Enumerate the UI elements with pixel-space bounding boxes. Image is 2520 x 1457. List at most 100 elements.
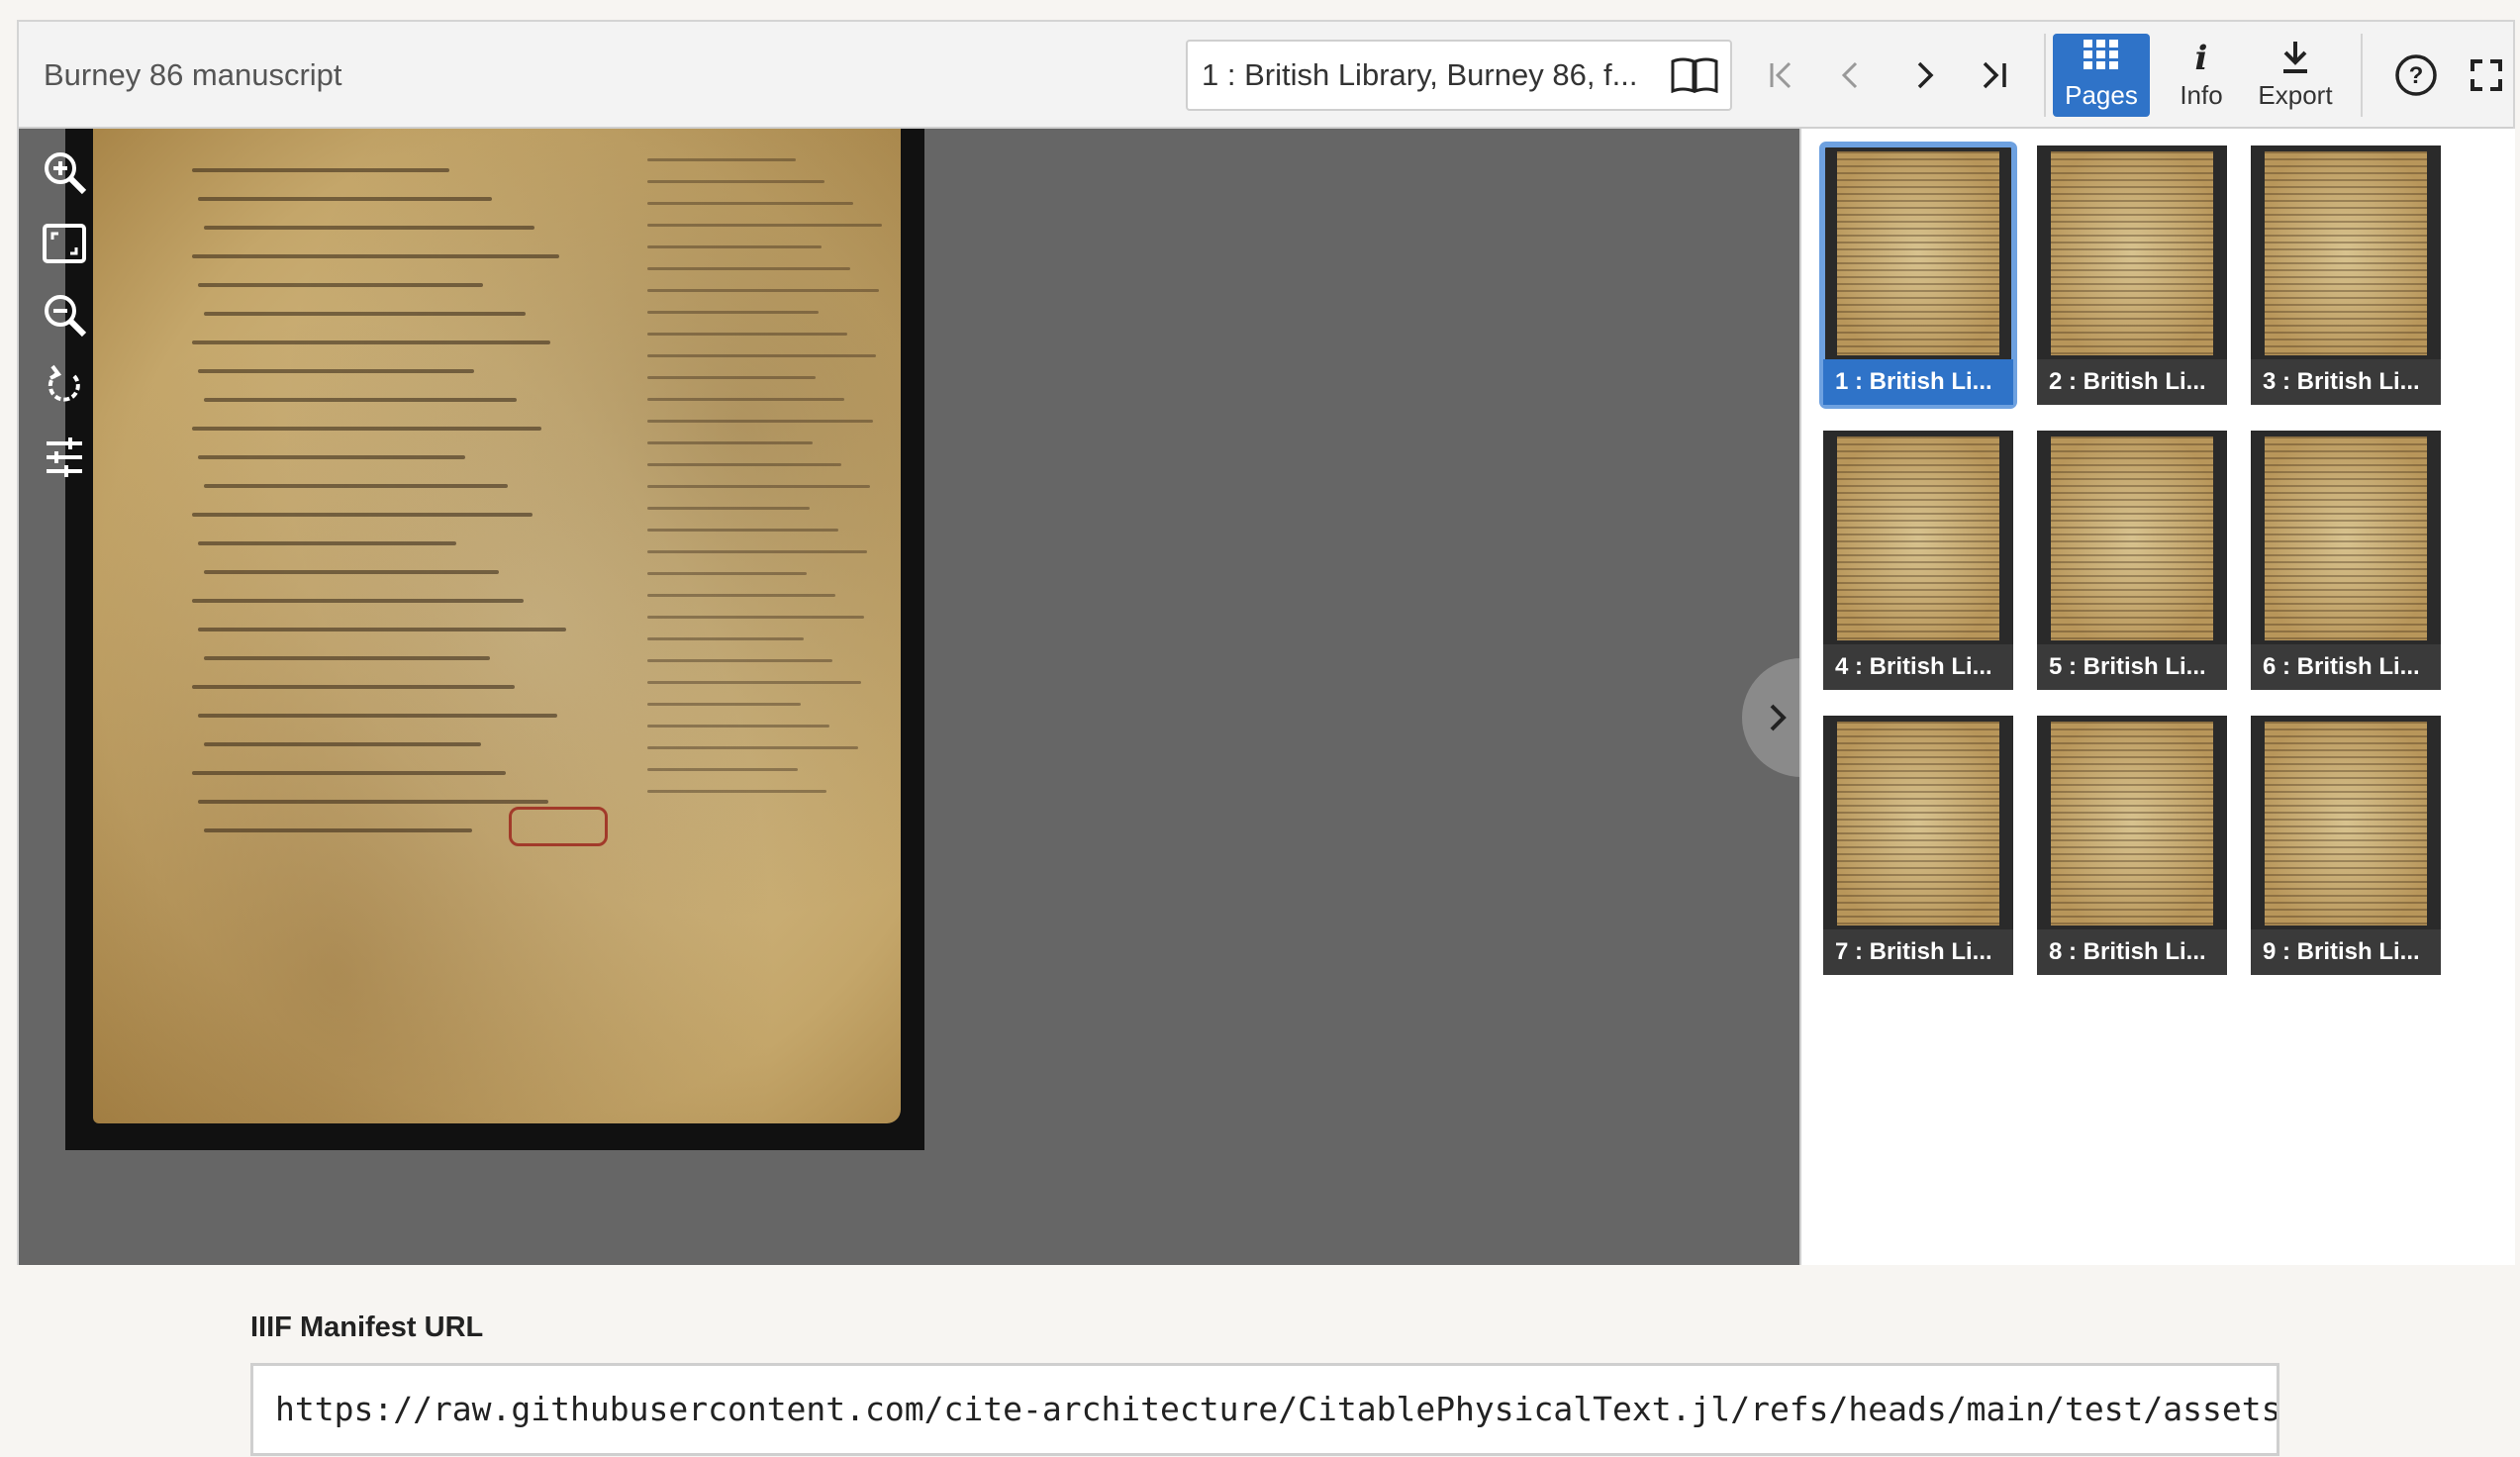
gloss-line bbox=[647, 725, 829, 728]
text-line bbox=[198, 455, 465, 459]
pages-button[interactable]: Pages bbox=[2053, 34, 2150, 117]
gloss-line bbox=[647, 485, 870, 488]
text-line bbox=[198, 541, 456, 545]
adjust-image-button[interactable] bbox=[41, 434, 88, 481]
gloss-line bbox=[647, 267, 850, 270]
page-thumbnail[interactable]: 7 : British Li... bbox=[1823, 716, 2013, 975]
page-thumbnail[interactable]: 5 : British Li... bbox=[2037, 431, 2227, 690]
page-selector[interactable]: 1 : British Library, Burney 86, f... bbox=[1186, 40, 1732, 111]
last-page-icon bbox=[1983, 61, 2006, 89]
zoom-out-button[interactable] bbox=[41, 291, 88, 339]
manuscript-page-image[interactable] bbox=[65, 129, 924, 1150]
gloss-line bbox=[647, 224, 882, 227]
sliders-icon bbox=[47, 437, 82, 477]
gloss-line bbox=[647, 376, 816, 379]
viewer-header: Burney 86 manuscript 1 : British Library… bbox=[19, 22, 2513, 129]
info-label: Info bbox=[2180, 80, 2223, 110]
chevron-right-icon bbox=[1917, 61, 1934, 89]
zoom-in-icon bbox=[45, 152, 87, 195]
chevron-right-icon bbox=[1770, 704, 1787, 731]
thumbnail-label: 7 : British Li... bbox=[1823, 929, 2013, 975]
text-line bbox=[204, 570, 499, 574]
gloss-line bbox=[647, 289, 879, 292]
info-icon: i bbox=[2195, 40, 2208, 75]
thumbnail-image bbox=[1837, 437, 1999, 640]
grid-icon bbox=[2084, 40, 2118, 69]
text-line bbox=[204, 226, 534, 230]
gloss-line bbox=[647, 572, 807, 575]
parchment-folio bbox=[93, 129, 901, 1123]
thumbnail-image bbox=[1837, 722, 1999, 925]
gloss-line bbox=[647, 311, 819, 314]
text-line bbox=[192, 513, 533, 517]
gloss-line bbox=[647, 507, 810, 510]
gloss-line bbox=[647, 659, 832, 662]
fullscreen-button[interactable] bbox=[2463, 51, 2510, 99]
manifest-url-input[interactable]: https://raw.githubusercontent.com/cite-a… bbox=[250, 1363, 2279, 1456]
text-line bbox=[192, 254, 559, 258]
thumbnail-label: 6 : British Li... bbox=[2251, 644, 2441, 690]
text-line bbox=[204, 312, 526, 316]
text-line bbox=[192, 599, 524, 603]
last-page-button[interactable] bbox=[1971, 51, 2018, 99]
page-thumbnail[interactable]: 8 : British Li... bbox=[2037, 716, 2227, 975]
page-thumbnail[interactable]: 3 : British Li... bbox=[2251, 146, 2441, 405]
gloss-line bbox=[647, 746, 858, 749]
fullscreen-icon bbox=[2471, 59, 2502, 91]
gloss-line bbox=[647, 158, 796, 161]
text-line bbox=[198, 714, 557, 718]
library-stamp bbox=[509, 807, 608, 846]
zoom-out-icon bbox=[45, 295, 87, 338]
manuscript-title: Burney 86 manuscript bbox=[44, 57, 342, 92]
rotate-button[interactable] bbox=[41, 362, 88, 410]
help-icon: ? bbox=[2395, 54, 2437, 96]
first-page-icon bbox=[1770, 61, 1792, 89]
page-thumbnail[interactable]: 1 : British Li... bbox=[1819, 142, 2017, 409]
page-thumbnail[interactable]: 4 : British Li... bbox=[1823, 431, 2013, 690]
next-page-button[interactable] bbox=[1899, 51, 1947, 99]
zoom-in-button[interactable] bbox=[41, 148, 88, 196]
thumbnails-panel: 1 : British Li... 2 : British Li... 3 : Br… bbox=[1799, 129, 2515, 1265]
text-line bbox=[198, 283, 483, 287]
fit-screen-icon bbox=[43, 224, 86, 263]
thumbnail-image bbox=[2051, 437, 2213, 640]
text-line bbox=[204, 656, 490, 660]
first-page-button[interactable] bbox=[1758, 51, 1805, 99]
thumbnail-image bbox=[2051, 722, 2213, 925]
page-thumbnail[interactable]: 9 : British Li... bbox=[2251, 716, 2441, 975]
text-line bbox=[204, 484, 508, 488]
text-line bbox=[198, 197, 492, 201]
text-line bbox=[204, 398, 517, 402]
thumbnail-image bbox=[2265, 151, 2427, 355]
gloss-line bbox=[647, 245, 822, 248]
thumbnail-label: 4 : British Li... bbox=[1823, 644, 2013, 690]
export-button[interactable]: Export bbox=[2246, 34, 2345, 117]
gloss-line bbox=[647, 790, 826, 793]
previous-page-button[interactable] bbox=[1828, 51, 1876, 99]
gloss-line bbox=[647, 529, 838, 532]
gloss-line bbox=[647, 180, 824, 183]
svg-text:?: ? bbox=[2409, 62, 2424, 89]
text-line bbox=[192, 771, 506, 775]
info-button[interactable]: i Info bbox=[2162, 34, 2241, 117]
thumbnail-label: 5 : British Li... bbox=[2037, 644, 2227, 690]
fit-to-screen-button[interactable] bbox=[41, 220, 88, 267]
page-thumbnail[interactable]: 6 : British Li... bbox=[2251, 431, 2441, 690]
page-thumbnail[interactable]: 2 : British Li... bbox=[2037, 146, 2227, 405]
thumbnail-image bbox=[1837, 151, 1999, 355]
pages-label: Pages bbox=[2065, 80, 2138, 110]
gloss-line bbox=[647, 594, 835, 597]
text-line bbox=[198, 628, 566, 631]
thumbnail-image bbox=[2051, 151, 2213, 355]
text-line bbox=[204, 742, 481, 746]
help-button[interactable]: ? bbox=[2392, 51, 2440, 99]
text-line bbox=[192, 427, 541, 431]
thumbnail-label: 3 : British Li... bbox=[2251, 359, 2441, 405]
thumbnail-image bbox=[2265, 722, 2427, 925]
manifest-url-label: IIIF Manifest URL bbox=[250, 1311, 484, 1343]
text-line bbox=[198, 800, 548, 804]
image-viewport[interactable] bbox=[19, 129, 1813, 1265]
gloss-line bbox=[647, 550, 867, 553]
svg-text:i: i bbox=[2195, 40, 2208, 75]
gloss-line bbox=[647, 333, 847, 336]
